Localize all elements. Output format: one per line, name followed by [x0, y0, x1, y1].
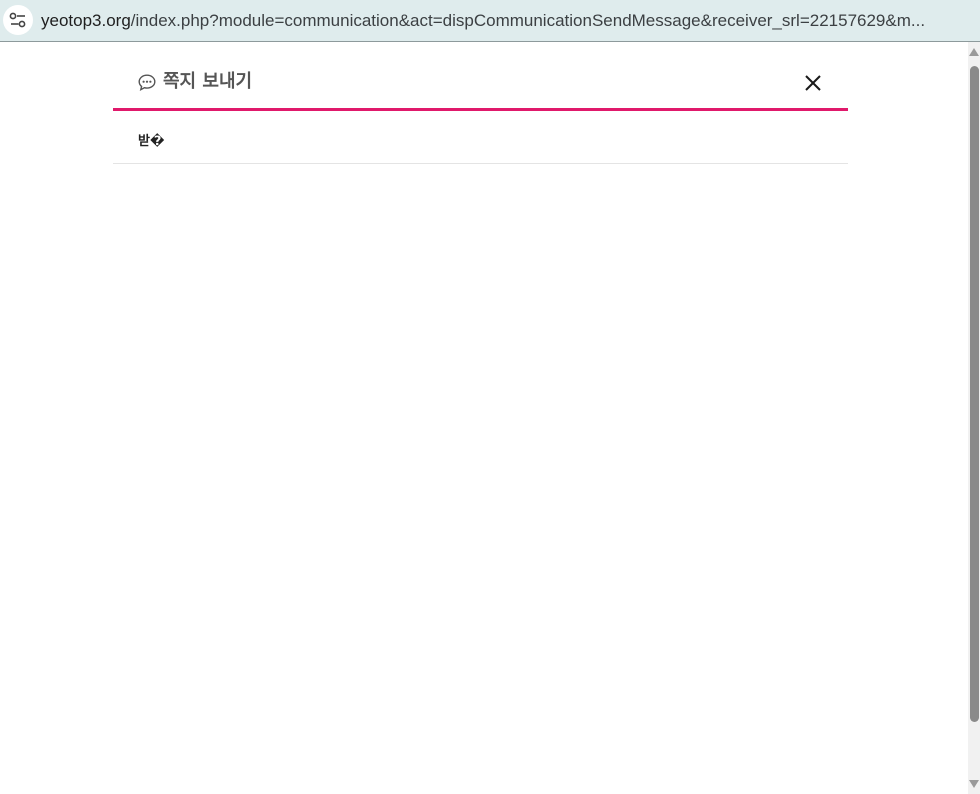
- scroll-up-arrow-icon[interactable]: [969, 48, 979, 56]
- receiver-label: 받�: [138, 134, 165, 149]
- scroll-thumb[interactable]: [970, 66, 979, 722]
- page-content: 쪽지 보내기 받�: [0, 42, 968, 794]
- speech-bubble-icon: [138, 74, 156, 91]
- tune-icon: [9, 12, 26, 28]
- site-info-button[interactable]: [3, 5, 33, 35]
- address-bar[interactable]: yeotop3.org/index.php?module=communicati…: [0, 0, 980, 42]
- send-message-panel: 쪽지 보내기 받�: [113, 42, 848, 164]
- url-host: yeotop3.org: [41, 11, 131, 30]
- url-path: /index.php?module=communication&act=disp…: [130, 11, 926, 30]
- browser-window: yeotop3.org/index.php?module=communicati…: [0, 0, 980, 794]
- scroll-down-arrow-icon[interactable]: [969, 780, 979, 788]
- vertical-scrollbar[interactable]: [968, 42, 980, 794]
- panel-header: 쪽지 보내기: [113, 42, 848, 111]
- page-title: 쪽지 보내기: [163, 71, 253, 92]
- url-text[interactable]: yeotop3.org/index.php?module=communicati…: [41, 11, 966, 31]
- receiver-row: 받�: [113, 111, 848, 164]
- close-icon: [805, 75, 821, 91]
- close-button[interactable]: [801, 71, 825, 95]
